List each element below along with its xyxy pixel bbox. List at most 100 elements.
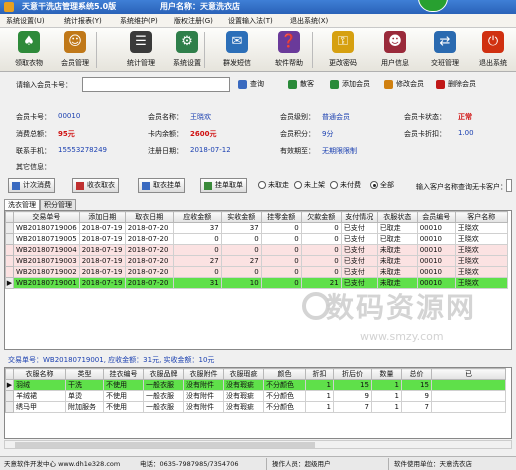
toolbar-button-2[interactable]: ☺ 会员管理 bbox=[52, 30, 98, 70]
table-cell: WB20180719003 bbox=[13, 255, 80, 267]
menu-input-method[interactable]: 设置输入法(T) bbox=[228, 16, 273, 26]
main-window: { "window": {"title": "天意干洗店管理系统5.0版", "… bbox=[0, 0, 516, 470]
column-header[interactable]: 添加日期 bbox=[78, 211, 126, 223]
order-icon bbox=[204, 182, 212, 190]
search-button-4[interactable]: 修改会员 bbox=[384, 77, 424, 92]
row-indicator bbox=[5, 390, 14, 402]
column-header[interactable]: 衣服品牌 bbox=[143, 368, 184, 380]
toolbar-separator bbox=[96, 32, 97, 68]
search-button-5[interactable]: 删除会员 bbox=[436, 77, 476, 92]
column-header[interactable]: 衣服瑕疵 bbox=[223, 368, 264, 380]
column-header[interactable]: 衣服名称 bbox=[13, 368, 66, 380]
table-row[interactable]: 绣马甲 附加服务 不使用 一般衣服 没有附件 没有瑕疵 不分颜色 1 7 1 7 bbox=[5, 401, 506, 413]
column-header[interactable]: 衣服状态 bbox=[376, 211, 418, 223]
toolbar-button-7[interactable]: ⚿ 更改密码 bbox=[320, 30, 366, 70]
table-cell: 没有瑕疵 bbox=[223, 401, 264, 413]
search-button-2[interactable]: 散客 bbox=[288, 77, 314, 92]
tab-points[interactable]: 积分管理 bbox=[40, 199, 76, 210]
card-no-input[interactable] bbox=[82, 77, 230, 92]
table-cell: 已支付 bbox=[340, 255, 378, 267]
column-header[interactable]: 颜色 bbox=[263, 368, 306, 380]
table-cell: 羽绒 bbox=[13, 379, 66, 391]
table-cell: 31 bbox=[172, 277, 222, 289]
table-cell: 00010 bbox=[416, 255, 456, 267]
table-cell: 不使用 bbox=[103, 379, 144, 391]
pickup-icon bbox=[142, 182, 150, 190]
filter-radio-3[interactable]: 未付费 bbox=[330, 181, 361, 190]
column-header[interactable]: 实收金额 bbox=[220, 211, 262, 223]
action-button-4[interactable]: 挂单取单 bbox=[200, 178, 247, 193]
table-row[interactable]: WB20180719002 2018-07-19 2018-07-20 0 0 0 0 已支付… bbox=[5, 266, 508, 278]
card-no-label: 请输入会员卡号： bbox=[16, 81, 72, 89]
table-cell: 00010 bbox=[416, 233, 456, 245]
filter-label: 未付费 bbox=[340, 181, 361, 189]
filter-radio-1[interactable]: 未取走 bbox=[258, 181, 289, 190]
scrollbar-thumb[interactable] bbox=[15, 442, 315, 448]
table-cell: 2018-07-19 bbox=[78, 266, 126, 278]
column-header[interactable]: 挂零金额 bbox=[260, 211, 302, 223]
header-indicator bbox=[5, 211, 14, 223]
toolbar-button-3[interactable]: ☰ 统计管理 bbox=[118, 30, 164, 70]
menu-registration[interactable]: 版权注册(G) bbox=[174, 16, 213, 26]
menu-maintenance[interactable]: 系统维护(P) bbox=[120, 16, 158, 26]
column-header[interactable]: 已 bbox=[431, 368, 506, 380]
menu-reports[interactable]: 统计报表(Y) bbox=[64, 16, 102, 26]
filter-radio-2[interactable]: 未上架 bbox=[294, 181, 325, 190]
column-header[interactable]: 折扣 bbox=[305, 368, 334, 380]
action-button-3[interactable]: 取衣挂单 bbox=[138, 178, 185, 193]
column-header[interactable]: 客户名称 bbox=[454, 211, 508, 223]
members-icon: ☺ bbox=[64, 31, 86, 53]
column-header[interactable]: 取衣日期 bbox=[124, 211, 174, 223]
action-button-1[interactable]: 计次消费 bbox=[8, 178, 55, 193]
table-row[interactable]: WB20180719003 2018-07-19 2018-07-20 27 27 0 0 已… bbox=[5, 255, 508, 267]
delete-member-icon bbox=[436, 80, 445, 89]
table-cell: WB20180719002 bbox=[13, 266, 80, 278]
column-header[interactable]: 欠款金额 bbox=[300, 211, 342, 223]
column-header[interactable]: 数量 bbox=[371, 368, 402, 380]
radio-circle-icon bbox=[258, 181, 266, 189]
toolbar-label: 更改密码 bbox=[329, 59, 357, 67]
table-row[interactable]: WB20180719006 2018-07-19 2018-07-20 37 37 0 0 已… bbox=[5, 222, 508, 234]
search-button-3[interactable]: 添加会员 bbox=[330, 77, 370, 92]
balance-value: 2600元 bbox=[190, 130, 217, 138]
search-button-label: 散客 bbox=[300, 80, 314, 88]
action-button-2[interactable]: 收衣取衣 bbox=[72, 178, 119, 193]
column-header[interactable]: 折后价 bbox=[333, 368, 372, 380]
toolbar-button-6[interactable]: ❓ 软件帮助 bbox=[266, 30, 312, 70]
table-row[interactable]: WB20180719005 2018-07-19 2018-07-20 0 0 0 0 已支付… bbox=[5, 233, 508, 245]
table-row[interactable]: WB20180719004 2018-07-19 2018-07-20 0 0 0 0 已支付… bbox=[5, 244, 508, 256]
table-cell: 单烫 bbox=[65, 390, 104, 402]
column-header[interactable]: 类型 bbox=[65, 368, 104, 380]
table-cell: 已支付 bbox=[340, 244, 378, 256]
horizontal-scrollbar[interactable] bbox=[4, 440, 512, 449]
column-header[interactable]: 衣服附件 bbox=[183, 368, 224, 380]
table-row[interactable]: ▶ 羽绒 干洗 不使用 一般衣服 没有附件 没有瑕疵 不分颜色 1 15 1 15 bbox=[5, 379, 506, 391]
toolbar-button-1[interactable]: ♠ 领取衣物 bbox=[6, 30, 52, 70]
customer-search-input[interactable] bbox=[506, 179, 512, 192]
table-cell: 15 bbox=[333, 379, 372, 391]
toolbar-button-10[interactable]: ⏻ 退出系统 bbox=[470, 30, 516, 70]
table-row[interactable]: ▶ WB20180719001 2018-07-19 2018-07-20 31 10 0 2… bbox=[5, 277, 508, 289]
column-header[interactable]: 应收金额 bbox=[172, 211, 222, 223]
column-header[interactable]: 会员编号 bbox=[416, 211, 456, 223]
table-cell: 0 bbox=[220, 244, 262, 256]
toolbar-button-5[interactable]: ✉ 群发短信 bbox=[214, 30, 260, 70]
column-header[interactable]: 支付情况 bbox=[340, 211, 378, 223]
status-divider bbox=[388, 458, 389, 470]
toolbar-button-8[interactable]: ☻ 用户信息 bbox=[372, 30, 418, 70]
edit-member-icon bbox=[384, 80, 393, 89]
table-cell: 2018-07-19 bbox=[78, 255, 126, 267]
column-header[interactable]: 挂衣编号 bbox=[103, 368, 144, 380]
table-cell: WB20180719006 bbox=[13, 222, 80, 234]
column-header[interactable]: 总价 bbox=[401, 368, 432, 380]
search-button-1[interactable]: 查询 bbox=[238, 77, 264, 92]
menu-exit[interactable]: 退出系统(X) bbox=[290, 16, 328, 26]
tab-laundry[interactable]: 洗衣管理 bbox=[4, 199, 40, 210]
table-cell: WB20180719004 bbox=[13, 244, 80, 256]
card-no-value: 00010 bbox=[58, 112, 81, 120]
toolbar-button-9[interactable]: ⇄ 交班管理 bbox=[422, 30, 468, 70]
column-header[interactable]: 交易单号 bbox=[13, 211, 80, 223]
table-row[interactable]: 羊绒裙 单烫 不使用 一般衣服 没有附件 没有瑕疵 不分颜色 1 9 1 9 bbox=[5, 390, 506, 402]
filter-radio-4[interactable]: 全部 bbox=[370, 181, 394, 190]
menu-system-settings[interactable]: 系统设置(U) bbox=[6, 16, 45, 26]
